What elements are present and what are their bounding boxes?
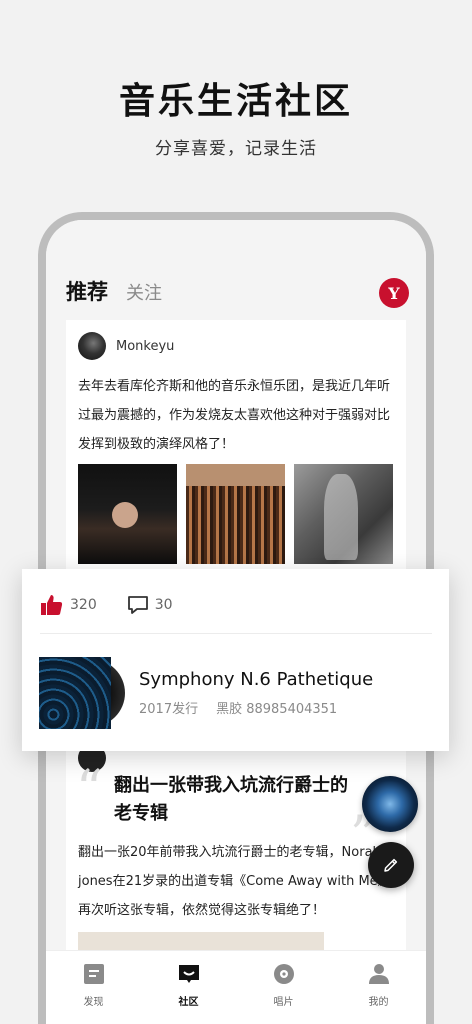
thumbs-up-icon xyxy=(41,595,63,615)
comment-icon xyxy=(127,596,148,614)
nav-discover[interactable]: 发现 xyxy=(64,963,124,1024)
post-username[interactable]: Monkeyu xyxy=(116,339,174,354)
post-image xyxy=(78,932,324,950)
compose-button[interactable] xyxy=(368,842,414,888)
album-cover xyxy=(39,657,111,729)
nav-label: 社区 xyxy=(178,997,199,1008)
record-icon xyxy=(273,964,294,984)
tab-recommend[interactable]: 推荐 xyxy=(66,276,108,306)
album-details: Symphony N.6 Pathetique 2017发行 黑胶 889854… xyxy=(139,669,373,717)
album-info-row[interactable]: Symphony N.6 Pathetique 2017发行 黑胶 889854… xyxy=(39,657,373,729)
post-photo-orchestra[interactable] xyxy=(186,464,285,564)
pencil-icon xyxy=(384,858,398,872)
tab-following[interactable]: 关注 xyxy=(126,279,162,305)
now-playing-disc-icon[interactable] xyxy=(362,776,418,832)
quote-open-icon: “ xyxy=(76,760,103,820)
nav-community[interactable]: 社区 xyxy=(159,963,219,1024)
nav-label: 我的 xyxy=(368,997,389,1008)
feed-tabs: 推荐 关注 xyxy=(66,276,162,306)
bottom-nav: 发现 社区 唱片 我的 xyxy=(46,950,426,1024)
album-format: 黑胶 88985404351 xyxy=(216,702,338,717)
like-button[interactable]: 320 xyxy=(40,593,97,617)
hero-title: 音乐生活社区 xyxy=(118,81,353,122)
community-icon xyxy=(178,965,199,983)
post-photo-conductor[interactable] xyxy=(78,464,177,564)
avatar[interactable] xyxy=(78,332,106,360)
nav-label: 唱片 xyxy=(273,997,294,1008)
nav-label: 发现 xyxy=(83,997,104,1008)
hero-subtitle: 分享喜爱，记录生活 xyxy=(155,139,317,159)
post-text: 翻出一张20年前带我入坑流行爵士的老专辑，Norah jones在21岁录的出道… xyxy=(78,845,391,918)
post-photos xyxy=(78,464,393,564)
post-card[interactable]: “ ” 翻出一张带我入坑流行爵士的老专辑 翻出一张20年前带我入坑流行爵士的老专… xyxy=(66,744,406,950)
post-title: 翻出一张带我入坑流行爵士的老专辑 xyxy=(114,775,348,824)
post-text: 去年去看库伦齐斯和他的音乐永恒乐团，是我近几年听过最为震撼的，作为发烧友太喜欢他… xyxy=(78,379,391,452)
divider xyxy=(40,633,432,634)
like-count: 320 xyxy=(70,597,97,613)
comment-button[interactable]: 30 xyxy=(127,594,173,616)
album-year: 2017发行 xyxy=(139,702,199,717)
app-logo-icon[interactable]: Y xyxy=(379,278,409,308)
nav-records[interactable]: 唱片 xyxy=(254,963,314,1024)
album-meta: 2017发行 黑胶 88985404351 xyxy=(139,698,373,717)
album-art[interactable] xyxy=(39,657,131,729)
post-author[interactable]: Monkeyu xyxy=(78,332,174,360)
album-title[interactable]: Symphony N.6 Pathetique xyxy=(139,669,373,690)
comment-count: 30 xyxy=(154,597,173,613)
album-share-card[interactable]: 320 30 Symphony N.6 Pathetique 2017发行 黑胶… xyxy=(22,569,449,751)
post-stats: 320 30 xyxy=(40,593,173,617)
profile-icon xyxy=(368,964,389,984)
post-card[interactable]: Monkeyu 去年去看库伦齐斯和他的音乐永恒乐团，是我近几年听过最为震撼的，作… xyxy=(66,320,406,580)
nav-profile[interactable]: 我的 xyxy=(349,963,409,1024)
discover-icon xyxy=(83,964,104,984)
post-photo-statue[interactable] xyxy=(294,464,393,564)
